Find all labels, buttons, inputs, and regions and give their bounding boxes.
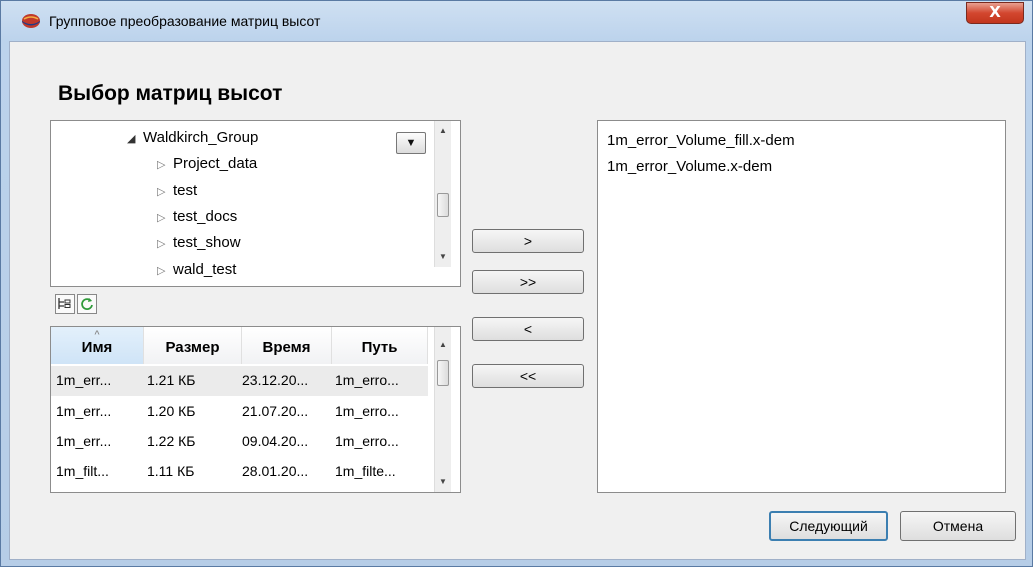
- close-button[interactable]: X: [966, 2, 1024, 24]
- list-item[interactable]: 1m_error_Volume_fill.x-dem: [607, 132, 795, 149]
- collapsed-triangle-icon[interactable]: ▷: [157, 185, 173, 198]
- refresh-button[interactable]: [77, 294, 97, 314]
- tree-item-label: Waldkirch_Group: [143, 129, 259, 146]
- column-header-label: Путь: [361, 339, 398, 356]
- collapsed-triangle-icon[interactable]: ▷: [157, 264, 173, 277]
- tree-view-button[interactable]: [55, 294, 75, 314]
- cell-name: 1m_filt...: [56, 463, 109, 479]
- tree-item[interactable]: ▷ wald_test: [157, 261, 236, 278]
- tree-item-label: test_show: [173, 234, 241, 251]
- cell-name: 1m_err...: [56, 372, 112, 388]
- cell-time: 28.01.20...: [242, 463, 309, 479]
- tree-item[interactable]: ▷ Project_data: [157, 155, 257, 172]
- tree-item[interactable]: ▷ test: [157, 182, 197, 199]
- page-title: Выбор матриц высот: [58, 82, 283, 105]
- column-header-path[interactable]: Путь: [332, 327, 428, 364]
- title-bar[interactable]: Групповое преобразование матриц высот X: [1, 1, 1032, 41]
- tree-item-label: test_docs: [173, 208, 238, 225]
- tree-item-label: wald_test: [173, 261, 237, 278]
- scroll-up-icon[interactable]: ▲: [435, 337, 451, 353]
- cell-name: 1m_err...: [56, 433, 112, 449]
- window-title: Групповое преобразование матриц высот: [49, 13, 321, 29]
- column-header-size[interactable]: Размер: [144, 327, 242, 364]
- cell-time: 21.07.20...: [242, 403, 309, 419]
- cancel-button[interactable]: Отмена: [900, 511, 1016, 541]
- collapsed-triangle-icon[interactable]: ▷: [157, 158, 173, 171]
- column-header-label: Размер: [165, 339, 220, 356]
- close-icon: X: [989, 3, 1001, 21]
- tree-item-label: test: [173, 182, 198, 199]
- cell-time: 23.12.20...: [242, 372, 309, 388]
- add-button[interactable]: >: [472, 229, 584, 253]
- scroll-up-icon[interactable]: ▲: [435, 123, 451, 139]
- collapsed-triangle-icon[interactable]: ▷: [157, 211, 173, 224]
- cell-size: 1.20 КБ: [147, 403, 196, 419]
- cell-size: 1.21 КБ: [147, 372, 196, 388]
- tree-item[interactable]: ▷ test_docs: [157, 208, 237, 225]
- cell-path: 1m_erro...: [335, 372, 399, 388]
- table-scrollbar[interactable]: ▲ ▼: [434, 327, 451, 492]
- tree-item-root[interactable]: ◢ Waldkirch_Group: [127, 129, 258, 146]
- expanded-triangle-icon[interactable]: ◢: [127, 132, 143, 145]
- tree-scrollbar[interactable]: ▲ ▼: [434, 121, 451, 267]
- collapsed-triangle-icon[interactable]: ▷: [157, 237, 173, 250]
- cell-name: 1m_err...: [56, 403, 112, 419]
- tree-dropdown-button[interactable]: ▼: [396, 132, 426, 154]
- column-header-name[interactable]: ^ Имя: [51, 327, 144, 364]
- column-header-label: Имя: [81, 339, 113, 356]
- remove-button[interactable]: <: [472, 317, 584, 341]
- refresh-icon: [81, 298, 93, 310]
- cell-time: 09.04.20...: [242, 433, 309, 449]
- tree-item[interactable]: ▷ test_show: [157, 234, 241, 251]
- tree-view-icon: [58, 298, 71, 309]
- cell-path: 1m_filte...: [335, 463, 396, 479]
- cell-path: 1m_erro...: [335, 403, 399, 419]
- file-table[interactable]: ^ Имя Размер Время Путь 1m_err... 1.21 К…: [50, 326, 461, 493]
- list-item[interactable]: 1m_error_Volume.x-dem: [607, 158, 772, 175]
- scroll-down-icon[interactable]: ▼: [435, 474, 451, 490]
- scroll-down-icon[interactable]: ▼: [435, 249, 451, 265]
- cell-path: 1m_erro...: [335, 433, 399, 449]
- tree-item-label: Project_data: [173, 155, 258, 172]
- column-header-label: Время: [262, 339, 311, 356]
- dropdown-arrow-icon: ▼: [405, 137, 417, 149]
- selected-files-list[interactable]: 1m_error_Volume_fill.x-dem 1m_error_Volu…: [597, 120, 1006, 493]
- next-button[interactable]: Следующий: [769, 511, 888, 541]
- scroll-thumb[interactable]: [437, 193, 449, 217]
- cell-size: 1.22 КБ: [147, 433, 196, 449]
- scroll-thumb[interactable]: [437, 360, 449, 386]
- app-icon: [22, 14, 40, 28]
- cell-size: 1.11 КБ: [147, 463, 195, 479]
- column-header-time[interactable]: Время: [242, 327, 332, 364]
- add-all-button[interactable]: >>: [472, 270, 584, 294]
- remove-all-button[interactable]: <<: [472, 364, 584, 388]
